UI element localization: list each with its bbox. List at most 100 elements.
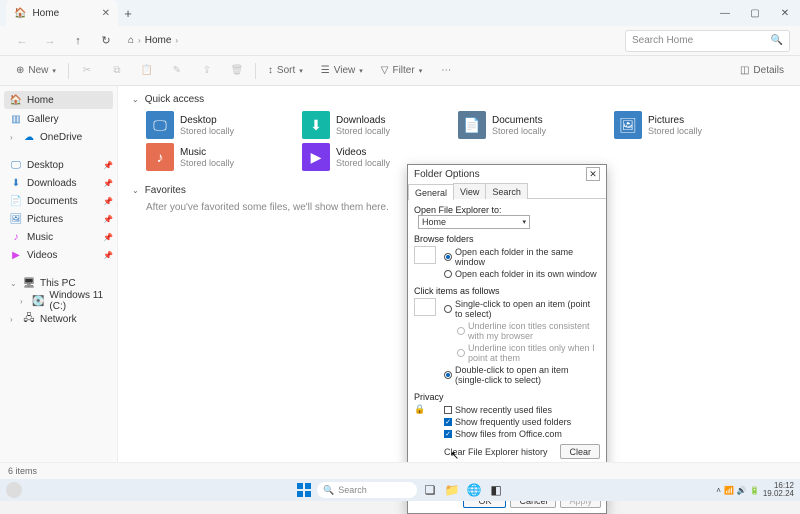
- weather-widget[interactable]: [6, 482, 22, 498]
- new-tab-button[interactable]: +: [118, 6, 138, 21]
- rename-button[interactable]: ✎: [165, 60, 189, 82]
- chk-freq-folders[interactable]: ✓Show frequently used folders: [444, 416, 600, 428]
- clock[interactable]: 16:1219.02.24: [763, 482, 794, 498]
- paste-button[interactable]: 📋: [135, 60, 159, 82]
- search-input[interactable]: Search Home 🔍: [625, 30, 790, 52]
- desktop-icon: 🖵: [10, 159, 22, 171]
- pictures-icon: 🖼: [10, 213, 22, 225]
- taskbar-search[interactable]: 🔍Search: [317, 482, 417, 498]
- desktop-icon: 🖵: [146, 111, 174, 139]
- tray-chevron-icon[interactable]: ˄: [716, 486, 721, 495]
- maximize-button[interactable]: ▢: [740, 0, 770, 26]
- music-icon: ♪: [10, 231, 22, 243]
- gallery-icon: ▥: [10, 113, 22, 125]
- filter-button[interactable]: ▽Filter▾: [375, 60, 428, 82]
- click-illustration: [414, 298, 436, 316]
- downloads-icon: ⬇: [10, 177, 22, 189]
- chevron-right-icon: ›: [10, 315, 18, 324]
- pin-icon: 📌: [103, 233, 113, 242]
- new-button[interactable]: ⊕New▾: [10, 60, 62, 82]
- refresh-button[interactable]: ↻: [94, 30, 118, 52]
- details-button[interactable]: ◫Details: [734, 60, 790, 82]
- sidebar-item-music[interactable]: ♪Music📌: [0, 228, 117, 246]
- search-icon: 🔍: [323, 485, 334, 496]
- drive-icon: 💽: [32, 295, 44, 307]
- home-icon: 🏠: [14, 8, 26, 19]
- sidebar-item-network[interactable]: ›🖧Network: [0, 310, 117, 328]
- pin-icon: 📌: [103, 161, 113, 170]
- view-button[interactable]: ☰View▾: [315, 60, 369, 82]
- delete-button[interactable]: 🗑: [225, 60, 249, 82]
- home-icon: 🏠: [10, 94, 22, 106]
- documents-icon: 📄: [458, 111, 486, 139]
- tab-general[interactable]: General: [408, 184, 454, 200]
- qa-pictures[interactable]: 🖼PicturesStored locally: [614, 111, 756, 139]
- pin-icon: 📌: [103, 179, 113, 188]
- more-button[interactable]: ⋯: [434, 60, 458, 82]
- task-view-button[interactable]: ❏: [421, 481, 439, 499]
- radio-own-window[interactable]: Open each folder in its own window: [444, 268, 600, 280]
- share-button[interactable]: ⇪: [195, 60, 219, 82]
- radio-single-click[interactable]: Single-click to open an item (point to s…: [444, 298, 600, 320]
- privacy-header: Privacy: [414, 392, 600, 402]
- start-button[interactable]: [295, 481, 313, 499]
- battery-icon[interactable]: 🔋: [750, 486, 760, 495]
- dialog-close-button[interactable]: ✕: [586, 167, 600, 181]
- sort-button[interactable]: ↕Sort▾: [262, 60, 309, 82]
- minimize-button[interactable]: —: [710, 0, 740, 26]
- search-icon: 🔍: [771, 35, 783, 46]
- close-window-button[interactable]: ✕: [770, 0, 800, 26]
- sidebar-item-drive-c[interactable]: ›💽Windows 11 (C:): [0, 292, 117, 310]
- home-icon: ⌂: [128, 35, 134, 46]
- pin-icon: 📌: [103, 251, 113, 260]
- radio-same-window[interactable]: Open each folder in the same window: [444, 246, 600, 268]
- pictures-icon: 🖼: [614, 111, 642, 139]
- open-to-select[interactable]: Home▾: [418, 215, 530, 229]
- chk-recent-files[interactable]: Show recently used files: [444, 404, 600, 416]
- qa-documents[interactable]: 📄DocumentsStored locally: [458, 111, 600, 139]
- app-taskbar-icon[interactable]: ◧: [487, 481, 505, 499]
- privacy-icon: 🔒: [414, 404, 436, 422]
- crumb-home[interactable]: Home: [145, 35, 172, 46]
- breadcrumb[interactable]: ⌂› Home›: [128, 35, 178, 46]
- forward-button[interactable]: →: [38, 30, 62, 52]
- qa-downloads[interactable]: ⬇DownloadsStored locally: [302, 111, 444, 139]
- sidebar-item-gallery[interactable]: ▥Gallery: [0, 110, 117, 128]
- back-button[interactable]: ←: [10, 30, 34, 52]
- wifi-icon[interactable]: 📶: [724, 486, 734, 495]
- chk-office-files[interactable]: ✓Show files from Office.com: [444, 428, 600, 440]
- sidebar-item-downloads[interactable]: ⬇Downloads📌: [0, 174, 117, 192]
- downloads-icon: ⬇: [302, 111, 330, 139]
- copy-button[interactable]: ⧉: [105, 60, 129, 82]
- item-count: 6 items: [8, 466, 37, 476]
- tab-search[interactable]: Search: [485, 183, 528, 199]
- chevron-down-icon: ⌄: [10, 279, 18, 288]
- radio-underline-point: Underline icon titles only when I point …: [444, 342, 600, 364]
- radio-double-click[interactable]: Double-click to open an item (single-cli…: [444, 364, 600, 386]
- sidebar-item-home[interactable]: 🏠Home: [4, 91, 113, 109]
- sidebar-item-documents[interactable]: 📄Documents📌: [0, 192, 117, 210]
- volume-icon[interactable]: 🔊: [737, 486, 747, 495]
- sidebar-item-desktop[interactable]: 🖵Desktop📌: [0, 156, 117, 174]
- sidebar-item-onedrive[interactable]: ›☁OneDrive: [0, 128, 117, 146]
- qa-desktop[interactable]: 🖵DesktopStored locally: [146, 111, 288, 139]
- sidebar-item-pictures[interactable]: 🖼Pictures📌: [0, 210, 117, 228]
- window-tab[interactable]: 🏠 Home ✕: [6, 0, 118, 26]
- pin-icon: 📌: [103, 197, 113, 206]
- tab-view[interactable]: View: [453, 183, 486, 199]
- edge-taskbar-icon[interactable]: 🌐: [465, 481, 483, 499]
- quick-access-header[interactable]: ⌄Quick access: [132, 94, 786, 105]
- documents-icon: 📄: [10, 195, 22, 207]
- clear-history-label: Clear File Explorer history: [444, 447, 548, 457]
- qa-music[interactable]: ♪MusicStored locally: [146, 143, 288, 171]
- clear-button[interactable]: Clear: [560, 444, 600, 459]
- sidebar-item-videos[interactable]: ▶Videos📌: [0, 246, 117, 264]
- status-bar: 6 items: [0, 462, 800, 479]
- up-button[interactable]: ↑: [66, 30, 90, 52]
- click-header: Click items as follows: [414, 286, 600, 296]
- music-icon: ♪: [146, 143, 174, 171]
- close-tab-icon[interactable]: ✕: [102, 8, 110, 19]
- cut-button[interactable]: ✂: [75, 60, 99, 82]
- explorer-taskbar-icon[interactable]: 📁: [443, 481, 461, 499]
- browse-header: Browse folders: [414, 234, 600, 244]
